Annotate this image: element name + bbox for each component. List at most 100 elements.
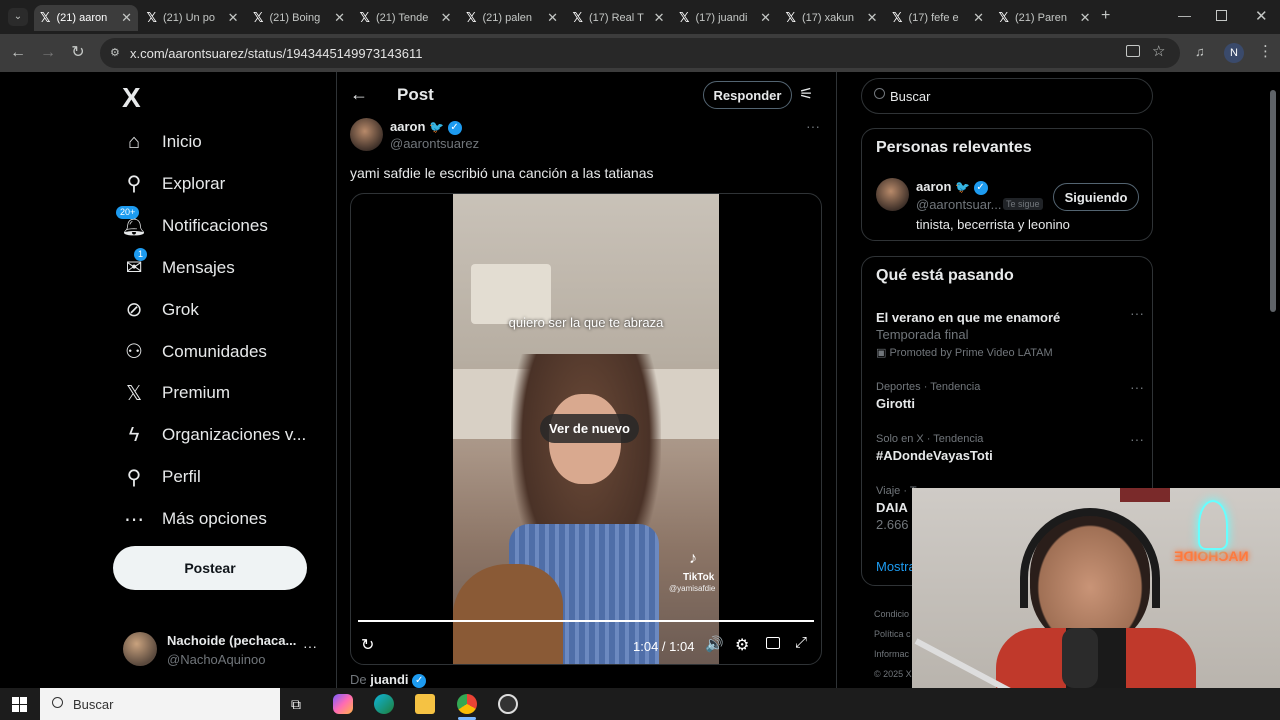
close-tab-icon[interactable]: ✕ <box>334 10 345 26</box>
taskbar-search-placeholder[interactable]: Buscar <box>73 697 113 712</box>
video-caption: quiero ser la que te abraza <box>508 315 664 330</box>
footer-link[interactable]: Informac <box>874 644 912 664</box>
trend-item[interactable]: Solo en X · Tendencia #ADondeVayasToti ··· <box>876 431 1152 463</box>
relevant-name[interactable]: aaron <box>916 179 951 194</box>
taskbar-search[interactable]: Buscar <box>40 688 280 720</box>
video-progress-track[interactable] <box>358 620 814 622</box>
sidebar-item-más-opciones[interactable]: ⋯ Más opciones <box>122 499 267 539</box>
footer-link[interactable]: Condicio <box>874 604 912 624</box>
url-text[interactable]: x.com/aarontsuarez/status/19434451499731… <box>130 46 422 61</box>
volume-icon[interactable]: 🔊 <box>705 635 724 653</box>
close-tab-icon[interactable]: ✕ <box>973 10 984 26</box>
more-dots-icon[interactable]: ··· <box>303 638 317 654</box>
close-window-button[interactable]: ✕ <box>1255 7 1268 25</box>
minimize-button[interactable]: — <box>1178 8 1191 23</box>
profile-avatar[interactable]: N <box>1224 43 1244 63</box>
edge-icon[interactable] <box>374 694 394 714</box>
reply-button[interactable]: Responder <box>703 81 792 109</box>
close-tab-icon[interactable]: ✕ <box>441 10 452 26</box>
settings-gear-icon[interactable]: ⚙ <box>735 635 749 655</box>
browser-tab[interactable]: 𝕏 (17) juandi ✕ <box>673 5 777 31</box>
fullscreen-icon[interactable]: ⤢ <box>795 634 807 651</box>
browser-tab[interactable]: 𝕏 (21) Un po ✕ <box>141 5 245 31</box>
relevant-name-row[interactable]: aaron 🐦 ✓ <box>916 179 988 195</box>
trend-more-icon[interactable]: ··· <box>1130 305 1144 321</box>
author-name[interactable]: aaron <box>390 119 425 134</box>
maximize-button[interactable] <box>1216 10 1227 21</box>
search-placeholder[interactable]: Buscar <box>890 89 930 104</box>
following-button[interactable]: Siguiendo <box>1053 183 1139 211</box>
browser-tab[interactable]: 𝕏 (21) palen ✕ <box>460 5 564 31</box>
media-controls-icon[interactable]: ♫ <box>1195 44 1205 59</box>
relevant-avatar[interactable] <box>876 178 909 211</box>
reload-icon[interactable]: ↻ <box>68 43 88 63</box>
browser-menu-icon[interactable]: ⋮ <box>1258 42 1273 60</box>
close-tab-icon[interactable]: ✕ <box>547 10 558 26</box>
sidebar-item-grok[interactable]: ⊘ Grok <box>122 290 199 330</box>
author-avatar[interactable] <box>350 118 383 151</box>
page-scrollbar[interactable] <box>1270 90 1276 312</box>
trend-item[interactable]: Deportes · Tendencia Girotti ··· <box>876 379 1152 411</box>
author-handle[interactable]: @aarontsuarez <box>390 136 479 151</box>
close-tab-icon[interactable]: ✕ <box>121 10 132 26</box>
sidebar-item-label: Explorar <box>162 173 226 193</box>
source-user[interactable]: juandi <box>370 672 408 687</box>
omnibox[interactable]: ⚙ x.com/aarontsuarez/status/194344514997… <box>100 38 1180 68</box>
post-more-icon[interactable]: ··· <box>806 118 820 134</box>
sidebar-item-organizaciones-v[interactable]: ϟ Organizaciones v... <box>122 415 307 455</box>
back-arrow-icon[interactable]: ← <box>350 84 368 105</box>
copilot-icon[interactable] <box>333 694 353 714</box>
install-app-icon[interactable] <box>1126 45 1140 57</box>
browser-tab[interactable]: 𝕏 (21) aaron ✕ <box>34 5 138 31</box>
tab-list-icon[interactable]: ⌄ <box>8 8 28 26</box>
obs-icon[interactable] <box>498 694 518 714</box>
chrome-icon[interactable] <box>457 694 477 714</box>
browser-tab[interactable]: 𝕏 (21) Boing ✕ <box>247 5 351 31</box>
close-tab-icon[interactable]: ✕ <box>228 10 239 26</box>
replay-button[interactable]: Ver de nuevo <box>540 414 639 443</box>
post-button[interactable]: Postear <box>113 546 307 590</box>
close-tab-icon[interactable]: ✕ <box>1080 10 1091 26</box>
author-name-row[interactable]: aaron 🐦 ✓ <box>390 119 462 135</box>
sidebar-item-premium[interactable]: 𝕏 Premium <box>122 373 230 413</box>
show-more-link[interactable]: Mostra <box>876 559 916 574</box>
bookmark-star-icon[interactable]: ☆ <box>1152 42 1165 60</box>
close-tab-icon[interactable]: ✕ <box>867 10 878 26</box>
sidebar-item-perfil[interactable]: ⚲ Perfil <box>122 457 201 497</box>
forward-icon[interactable]: → <box>38 43 58 63</box>
replay-icon[interactable]: ↻ <box>361 635 374 655</box>
task-view-icon[interactable]: ⧉ <box>291 696 301 713</box>
trend-more-icon[interactable]: ··· <box>1130 431 1144 447</box>
windows-start-icon[interactable] <box>12 697 27 712</box>
sidebar-item-inicio[interactable]: ⌂ Inicio <box>122 122 202 162</box>
address-bar-row: ← → ↻ ⚙ x.com/aarontsuarez/status/194344… <box>0 34 1280 72</box>
filter-icon[interactable]: ⚟ <box>799 84 813 104</box>
back-icon[interactable]: ← <box>8 43 28 63</box>
sidebar-item-notificaciones[interactable]: 🔔︎ 20+ Notificaciones <box>116 205 268 246</box>
x-logo[interactable]: X <box>122 82 141 114</box>
browser-tab[interactable]: 𝕏 (17) fefe e ✕ <box>886 5 990 31</box>
video-player[interactable]: quiero ser la que te abraza ♪ TikTok @ya… <box>350 193 822 665</box>
close-tab-icon[interactable]: ✕ <box>654 10 665 26</box>
trend-item[interactable]: El verano en que me enamoré Temporada fin… <box>876 305 1152 359</box>
sidebar-item-mensajes[interactable]: ✉ 1 Mensajes <box>122 247 235 288</box>
browser-tab[interactable]: 𝕏 (17) xakun ✕ <box>780 5 884 31</box>
new-tab-button[interactable]: + <box>1101 7 1110 25</box>
sidebar-item-explorar[interactable]: ⚲ Explorar <box>122 164 226 204</box>
pip-icon[interactable] <box>766 637 780 649</box>
footer-link[interactable]: Política c <box>874 624 912 644</box>
tab-title: (17) juandi <box>695 12 748 24</box>
search-box[interactable]: Buscar <box>861 78 1153 114</box>
browser-tab[interactable]: 𝕏 (21) Tende ✕ <box>354 5 458 31</box>
file-explorer-icon[interactable] <box>415 694 435 714</box>
close-tab-icon[interactable]: ✕ <box>760 10 771 26</box>
verified-icon: ✓ <box>973 180 988 195</box>
sidebar-item-comunidades[interactable]: ⚇ Comunidades <box>122 332 267 372</box>
browser-tab[interactable]: 𝕏 (17) Real T ✕ <box>567 5 671 31</box>
trend-more-icon[interactable]: ··· <box>1130 379 1144 395</box>
footer-link[interactable]: © 2025 X <box>874 664 912 684</box>
browser-tab[interactable]: 𝕏 (21) Paren ✕ <box>993 5 1097 31</box>
site-info-icon[interactable]: ⚙ <box>110 46 120 59</box>
account-switcher[interactable]: Nachoide (pechaca... @NachoAquinoo ··· <box>113 626 323 674</box>
video-source: De juandi ✓ <box>350 672 427 688</box>
